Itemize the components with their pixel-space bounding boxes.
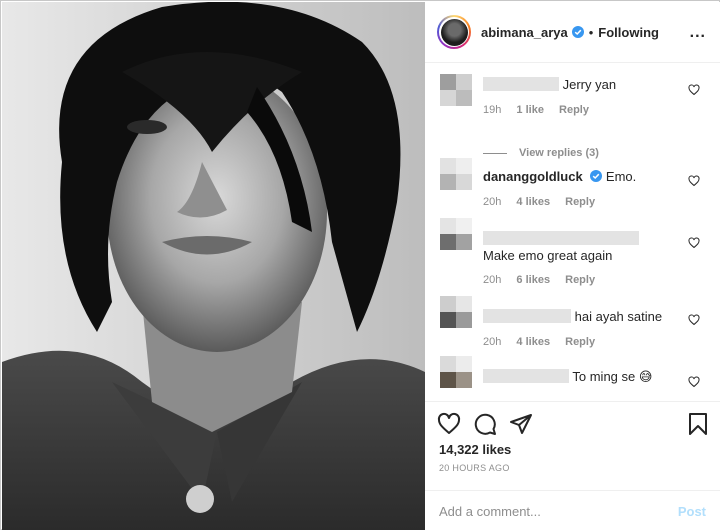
comment-likes[interactable]: 4 likes (516, 196, 550, 208)
comment-text-block: hai ayah satine (483, 308, 683, 325)
comment-text: To ming se 😅 (572, 369, 653, 384)
commenter-avatar[interactable] (440, 296, 472, 336)
portrait-image (2, 2, 425, 530)
blurred-username (483, 309, 571, 323)
avatar (440, 18, 468, 46)
comment-meta: 20h 4 likes Reply (483, 336, 607, 348)
comment-meta: 20h 6 likes Reply (483, 274, 607, 286)
replies-divider (483, 152, 507, 154)
commenter-avatar[interactable] (440, 218, 472, 258)
comment-text-block: Make emo great again (483, 230, 683, 264)
comment-likes[interactable]: 6 likes (516, 274, 550, 286)
comment-time: 20h (483, 196, 502, 208)
post-actions-section: 14,322 likes 20 HOURS AGO Add a comment.… (425, 401, 720, 531)
author-username[interactable]: abimana_arya (481, 25, 568, 40)
verified-badge-icon (571, 26, 584, 38)
separator-dot: • (588, 24, 594, 40)
like-comment-heart-icon[interactable] (688, 84, 700, 96)
more-options-icon[interactable]: ... (690, 25, 706, 41)
share-direct-icon[interactable] (509, 412, 533, 436)
comment-text-block: Jerry yan (483, 76, 683, 93)
view-replies-label: View replies (3) (519, 147, 599, 159)
blurred-username (483, 369, 569, 383)
blurred-username (483, 231, 639, 245)
story-avatar[interactable] (437, 15, 471, 49)
commenter-username[interactable]: dananggoldluck (483, 169, 583, 184)
comment-input[interactable]: Add a comment... (439, 504, 541, 519)
like-comment-heart-icon[interactable] (688, 314, 700, 326)
post-timestamp[interactable]: 20 HOURS AGO (439, 463, 510, 473)
verified-badge-icon (590, 170, 603, 182)
reply-button[interactable]: Reply (565, 196, 595, 208)
instagram-post-window: abimana_arya • Following ... Jerry yan 1… (0, 0, 720, 530)
like-heart-icon[interactable] (437, 412, 461, 436)
comment-text: Emo. (605, 169, 637, 184)
comment-text: hai ayah satine (574, 309, 663, 324)
like-comment-heart-icon[interactable] (688, 237, 700, 249)
reply-button[interactable]: Reply (565, 336, 595, 348)
reply-button[interactable]: Reply (559, 104, 589, 116)
commenter-avatar[interactable] (440, 356, 472, 396)
save-bookmark-icon[interactable] (686, 412, 710, 436)
add-comment-bar: Add a comment... Post (425, 490, 720, 531)
comment-text: Jerry yan (562, 77, 617, 92)
like-comment-heart-icon[interactable] (688, 376, 700, 388)
following-button[interactable]: Following (598, 25, 659, 40)
comment-likes[interactable]: 1 like (516, 104, 544, 116)
comment-meta: 20h 4 likes Reply (483, 196, 607, 208)
post-side-panel: abimana_arya • Following ... Jerry yan 1… (425, 2, 720, 530)
post-header: abimana_arya • Following ... (425, 2, 720, 63)
comment-time: 19h (483, 104, 502, 116)
post-photo[interactable] (2, 2, 425, 530)
commenter-avatar[interactable] (440, 158, 472, 198)
like-comment-heart-icon[interactable] (688, 175, 700, 187)
comment-text: Make emo great again (483, 248, 613, 263)
post-comment-button[interactable]: Post (678, 504, 706, 519)
comment-bubble-icon[interactable] (473, 412, 497, 436)
comment-meta: 19h 1 like Reply (483, 104, 601, 116)
comment-likes[interactable]: 4 likes (516, 336, 550, 348)
reply-button[interactable]: Reply (565, 274, 595, 286)
comment-text-block: dananggoldluck Emo. (483, 168, 683, 185)
comment-text-block: To ming se 😅 (483, 368, 683, 385)
view-replies-button[interactable]: View replies (3) (483, 147, 599, 159)
likes-count[interactable]: 14,322 likes (439, 442, 511, 457)
commenter-avatar[interactable] (440, 74, 472, 114)
blurred-username (483, 77, 559, 91)
comments-list[interactable]: Jerry yan 19h 1 like Reply View replies … (425, 64, 720, 401)
comment-time: 20h (483, 274, 502, 286)
comment-time: 20h (483, 336, 502, 348)
